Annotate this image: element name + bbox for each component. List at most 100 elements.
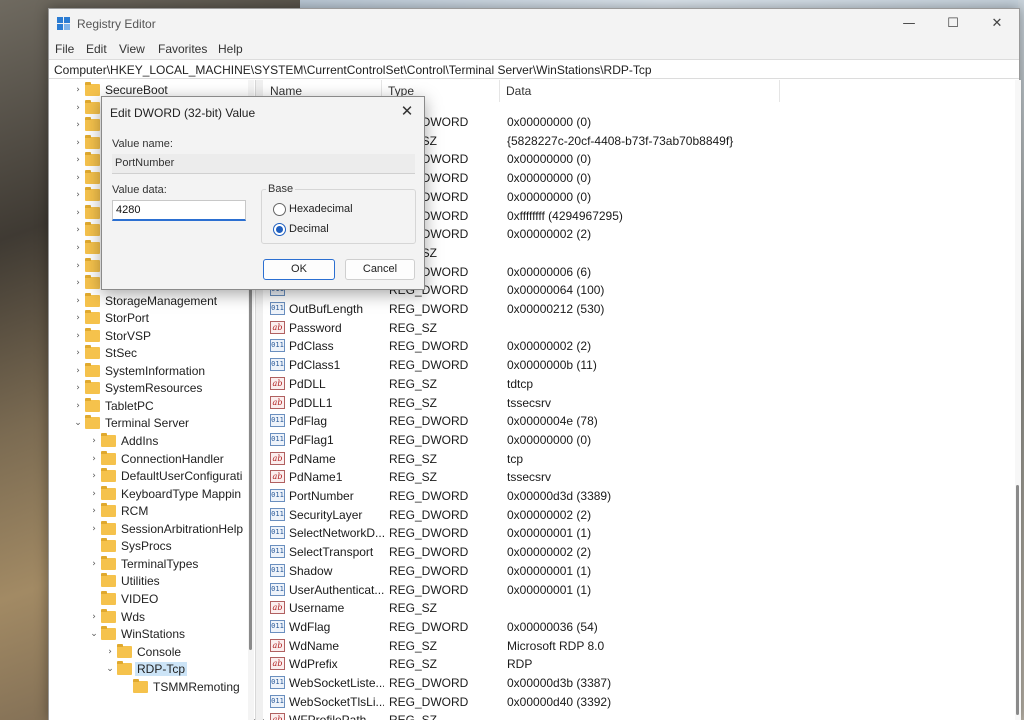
hexadecimal-label[interactable]: Hexadecimal	[289, 203, 353, 215]
value-row[interactable]: 011 PortNumber REG_DWORD 0x00000d3d (3389)	[264, 487, 1021, 506]
tree-scroll-thumb[interactable]	[249, 230, 252, 650]
chevron-down-icon[interactable]: ⌄	[89, 629, 99, 641]
chevron-right-icon[interactable]: ›	[89, 506, 99, 518]
column-header-data[interactable]: Data	[500, 80, 780, 102]
chevron-down-icon[interactable]: ⌄	[73, 418, 83, 430]
tree-item[interactable]: ⌄ Terminal Server	[49, 415, 254, 433]
menu-edit[interactable]: Edit	[86, 42, 107, 56]
address-bar[interactable]: Computer\HKEY_LOCAL_MACHINE\SYSTEM\Curre…	[49, 59, 1019, 79]
tree-item[interactable]: › AddIns	[49, 433, 254, 451]
chevron-right-icon[interactable]: ›	[73, 296, 83, 308]
value-row[interactable]: 011 SelectTransport REG_DWORD 0x00000002 (2…	[264, 543, 1021, 562]
chevron-right-icon[interactable]: ›	[89, 471, 99, 483]
tree-item[interactable]: ⌄ WinStations	[49, 626, 254, 644]
chevron-right-icon[interactable]: ›	[105, 647, 115, 659]
title-bar[interactable]: Registry Editor — ☐ ✕	[49, 9, 1019, 39]
chevron-right-icon[interactable]: ›	[73, 278, 83, 290]
value-row[interactable]: 011 Shadow REG_DWORD 0x00000001 (1)	[264, 562, 1021, 581]
tree-item[interactable]: › SessionArbitrationHelp	[49, 520, 254, 539]
chevron-right-icon[interactable]: ›	[73, 103, 83, 115]
chevron-right-icon[interactable]	[89, 541, 99, 553]
value-row[interactable]: 011 OutBufLength REG_DWORD 0x00000212 (530)	[264, 300, 1021, 319]
ok-button[interactable]: OK	[263, 259, 335, 280]
chevron-right-icon[interactable]: ›	[73, 138, 83, 150]
tree-item[interactable]: › StSec	[49, 345, 254, 363]
tree-item[interactable]: › StorVSP	[49, 327, 254, 346]
tree-item[interactable]: › TabletPC	[49, 397, 254, 416]
chevron-right-icon[interactable]: ›	[89, 612, 99, 624]
cancel-button[interactable]: Cancel	[345, 259, 415, 280]
chevron-right-icon[interactable]	[89, 576, 99, 588]
chevron-right-icon[interactable]: ›	[73, 348, 83, 360]
chevron-right-icon[interactable]: ›	[89, 489, 99, 501]
tree-item[interactable]: › SystemInformation	[49, 362, 254, 381]
chevron-right-icon[interactable]: ›	[73, 383, 83, 395]
value-row[interactable]: 011 WdFlag REG_DWORD 0x00000036 (54)	[264, 618, 1021, 637]
chevron-right-icon[interactable]: ›	[73, 261, 83, 273]
address-path[interactable]: Computer\HKEY_LOCAL_MACHINE\SYSTEM\Curre…	[54, 63, 652, 77]
tree-item[interactable]: VIDEO	[49, 590, 254, 609]
chevron-right-icon[interactable]: ›	[73, 225, 83, 237]
value-row[interactable]: ab WFProfilePath REG_SZ	[264, 711, 1021, 720]
tree-item[interactable]: › RCM	[49, 503, 254, 521]
tree-item[interactable]: › ConnectionHandler	[49, 450, 254, 469]
value-row[interactable]: 011 PdClass1 REG_DWORD 0x0000000b (11)	[264, 356, 1021, 375]
chevron-right-icon[interactable]: ›	[73, 155, 83, 167]
value-row[interactable]: 011 PdClass REG_DWORD 0x00000002 (2)	[264, 337, 1021, 356]
tree-item[interactable]: › TerminalTypes	[49, 555, 254, 574]
value-row[interactable]: ab PdDLL1 REG_SZ tssecsrv	[264, 394, 1021, 413]
value-data-input[interactable]: 4280	[112, 200, 246, 221]
tree-item[interactable]: Utilities	[49, 573, 254, 591]
menu-view[interactable]: View	[119, 42, 145, 56]
value-row[interactable]: ab PdDLL REG_SZ tdtcp	[264, 375, 1021, 394]
chevron-right-icon[interactable]: ›	[89, 454, 99, 466]
tree-item[interactable]: › StorPort	[49, 310, 254, 328]
value-row[interactable]: 011 WebSocketTlsLi... REG_DWORD 0x00000d40 …	[264, 693, 1021, 712]
tree-item[interactable]: TSMMRemoting	[49, 678, 254, 697]
value-row[interactable]: 011 PdFlag1 REG_DWORD 0x00000000 (0)	[264, 431, 1021, 450]
tree-item[interactable]: › SystemResources	[49, 380, 254, 398]
chevron-right-icon[interactable]: ›	[73, 401, 83, 413]
chevron-right-icon[interactable]: ›	[73, 313, 83, 325]
tree-item[interactable]: SysProcs	[49, 538, 254, 556]
decimal-radio[interactable]	[273, 223, 286, 236]
tree-item[interactable]: › DefaultUserConfigurati	[49, 468, 254, 486]
value-row[interactable]: 011 SecurityLayer REG_DWORD 0x00000002 (2)	[264, 506, 1021, 525]
menu-favorites[interactable]: Favorites	[158, 42, 207, 56]
tree-item[interactable]: › Wds	[49, 608, 254, 627]
menu-help[interactable]: Help	[218, 42, 243, 56]
value-row[interactable]: 011 UserAuthenticat... REG_DWORD 0x00000001…	[264, 581, 1021, 600]
tree-item[interactable]: › StorageManagement	[49, 292, 254, 311]
chevron-right-icon[interactable]: ›	[73, 85, 83, 97]
chevron-right-icon[interactable]: ›	[89, 559, 99, 571]
value-row[interactable]: ab Password REG_SZ	[264, 319, 1021, 338]
dialog-close-button[interactable]: ✕	[394, 100, 420, 122]
value-row[interactable]: ab PdName1 REG_SZ tssecsrv	[264, 468, 1021, 487]
minimize-button[interactable]: —	[887, 9, 931, 39]
tree-item[interactable]: › Console	[49, 643, 254, 662]
tree-item[interactable]: › KeyboardType Mappin	[49, 485, 254, 504]
chevron-right-icon[interactable]	[121, 682, 131, 694]
chevron-right-icon[interactable]: ›	[89, 436, 99, 448]
value-row[interactable]: ab PdName REG_SZ tcp	[264, 450, 1021, 469]
menu-file[interactable]: File	[55, 42, 74, 56]
maximize-button[interactable]: ☐	[931, 9, 975, 39]
chevron-down-icon[interactable]: ⌄	[105, 664, 115, 676]
chevron-right-icon[interactable]: ›	[73, 190, 83, 202]
value-row[interactable]: 011 WebSocketListe... REG_DWORD 0x00000d3b …	[264, 674, 1021, 693]
chevron-right-icon[interactable]	[89, 594, 99, 606]
tree-item[interactable]: ⌄ RDP-Tcp	[49, 661, 254, 679]
close-button[interactable]: ✕	[975, 9, 1019, 39]
value-row[interactable]: ab Username REG_SZ	[264, 599, 1021, 618]
chevron-right-icon[interactable]: ›	[73, 331, 83, 343]
value-row[interactable]: ab WdName REG_SZ Microsoft RDP 8.0	[264, 637, 1021, 656]
chevron-right-icon[interactable]: ›	[73, 173, 83, 185]
value-row[interactable]: ab WdPrefix REG_SZ RDP	[264, 655, 1021, 674]
chevron-right-icon[interactable]: ›	[73, 208, 83, 220]
chevron-right-icon[interactable]: ›	[89, 524, 99, 536]
value-row[interactable]: 011 PdFlag REG_DWORD 0x0000004e (78)	[264, 412, 1021, 431]
chevron-right-icon[interactable]: ›	[73, 366, 83, 378]
chevron-right-icon[interactable]: ›	[73, 243, 83, 255]
hexadecimal-radio[interactable]	[273, 203, 286, 216]
value-row[interactable]: 011 SelectNetworkD... REG_DWORD 0x00000001 …	[264, 524, 1021, 543]
